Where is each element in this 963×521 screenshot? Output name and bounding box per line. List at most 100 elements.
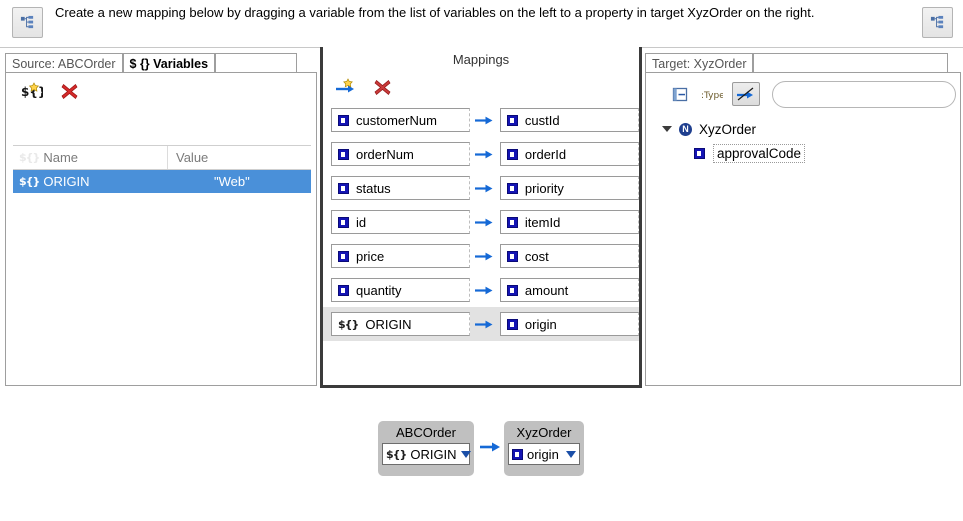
arrow-right-icon xyxy=(475,116,493,124)
mapping-source-label: status xyxy=(356,180,391,196)
mapping-source-field[interactable]: status xyxy=(331,176,471,200)
target-tree: N XyzOrder approvalCode xyxy=(646,117,960,165)
mapping-source-field[interactable]: id xyxy=(331,210,471,234)
diagram-source-title: ABCOrder xyxy=(396,425,456,440)
tree-hierarchy-button-right[interactable] xyxy=(922,7,953,38)
chevron-down-icon[interactable] xyxy=(460,450,471,458)
mappings-toolbar xyxy=(323,73,639,103)
chevron-down-icon[interactable] xyxy=(566,450,576,458)
add-variable-button[interactable]: ${} xyxy=(19,81,45,101)
mapping-diagram: ABCOrder ${} ORIGIN XyzOrder origin xyxy=(0,392,963,521)
arrow-right-icon xyxy=(475,320,493,328)
mapping-source-field[interactable]: customerNum xyxy=(331,108,471,132)
search-input[interactable] xyxy=(788,86,947,102)
show-type-button[interactable]: :Type xyxy=(700,82,724,106)
add-variable-icon: ${} xyxy=(21,82,43,99)
tree-node-approvalcode[interactable]: approvalCode xyxy=(646,141,960,165)
property-icon xyxy=(512,448,523,460)
variable-icon: ${} xyxy=(19,175,40,188)
variable-value-cell: "Web" xyxy=(214,174,250,189)
collapse-all-button[interactable] xyxy=(668,82,692,106)
property-icon xyxy=(506,250,518,262)
property-icon xyxy=(506,318,518,330)
search-box[interactable] xyxy=(772,80,956,108)
mapping-target-field[interactable]: priority xyxy=(499,176,640,200)
mapping-target-field[interactable]: cost xyxy=(499,244,640,268)
mapping-arrow xyxy=(470,318,500,331)
diagram-source-box[interactable]: ABCOrder ${} ORIGIN xyxy=(378,421,474,476)
delete-variable-button[interactable] xyxy=(56,81,82,101)
mapping-source-field[interactable]: price xyxy=(331,244,471,268)
mapping-row[interactable]: quantity amount xyxy=(323,273,640,307)
mapping-row[interactable]: status priority xyxy=(323,171,640,205)
property-icon xyxy=(338,284,349,296)
arrow-right-icon xyxy=(475,286,493,294)
mappings-list: customerNum custId orderNum orderId status pr… xyxy=(323,103,640,341)
arrow-slash-icon xyxy=(737,87,754,101)
arrow-right-icon xyxy=(475,184,493,192)
mapping-source-field[interactable]: quantity xyxy=(331,278,471,302)
column-header-name: ${} Name xyxy=(13,146,168,169)
arrow-right-icon xyxy=(480,442,500,452)
tab-filler xyxy=(753,53,949,73)
mappings-title: Mappings xyxy=(452,52,510,67)
mapping-arrow xyxy=(470,114,500,127)
mapping-target-label: amount xyxy=(524,282,569,298)
mapping-arrow xyxy=(470,250,500,263)
mapping-target-label: itemId xyxy=(524,214,561,230)
instruction-text: Create a new mapping below by dragging a… xyxy=(55,5,815,20)
diagram-source-combo[interactable]: ${} ORIGIN xyxy=(382,443,471,465)
tab-variables[interactable]: $ {} Variables xyxy=(122,53,216,73)
mapping-source-label: ORIGIN xyxy=(365,316,412,332)
tree-hierarchy-button-left[interactable] xyxy=(12,7,43,38)
mapping-target-field[interactable]: orderId xyxy=(499,142,640,166)
property-icon xyxy=(338,148,349,160)
mapping-row[interactable]: id itemId xyxy=(323,205,640,239)
table-row[interactable]: ${} ORIGIN "Web" xyxy=(13,170,311,193)
mapping-source-field[interactable]: ${} ORIGIN xyxy=(331,312,471,336)
mapping-arrow xyxy=(470,148,500,161)
variables-table: ${} Name Value ${} ORIGIN "Web" xyxy=(13,145,311,193)
property-icon xyxy=(506,216,518,228)
add-mapping-button[interactable] xyxy=(334,77,360,97)
tab-target-xyzorder[interactable]: Target: XyzOrder xyxy=(645,53,754,73)
tree-hierarchy-icon xyxy=(930,15,944,29)
variable-icon: ${} xyxy=(386,447,407,461)
source-tab-bar: Source: ABCOrder $ {} Variables xyxy=(5,52,317,73)
tab-source-abcorder[interactable]: Source: ABCOrder xyxy=(5,53,123,73)
diagram-target-box[interactable]: XyzOrder origin xyxy=(504,421,584,476)
chevron-down-icon[interactable] xyxy=(662,126,672,132)
mapping-source-field[interactable]: orderNum xyxy=(331,142,471,166)
tree-node-xyzorder[interactable]: N XyzOrder xyxy=(646,117,960,141)
mapping-target-label: custId xyxy=(524,112,560,128)
property-icon xyxy=(338,114,349,126)
source-panel: Source: ABCOrder $ {} Variables ${} xyxy=(5,52,317,386)
type-text: :Type xyxy=(701,91,723,101)
mapping-arrow xyxy=(470,284,500,297)
mapping-target-field[interactable]: itemId xyxy=(499,210,640,234)
variable-name-cell: ${} ORIGIN xyxy=(13,174,168,189)
mapping-row[interactable]: ${} ORIGIN origin xyxy=(323,307,640,341)
arrow-right-icon xyxy=(475,218,493,226)
diagram-arrow xyxy=(480,438,502,456)
mapping-target-field[interactable]: custId xyxy=(499,108,640,132)
mapping-target-field[interactable]: origin xyxy=(499,312,640,336)
diagram-target-combo[interactable]: origin xyxy=(508,443,580,465)
mapping-target-field[interactable]: amount xyxy=(499,278,640,302)
delete-mapping-button[interactable] xyxy=(369,77,395,97)
arrow-right-icon xyxy=(475,252,493,260)
variable-icon: ${} xyxy=(19,151,40,164)
mapping-row[interactable]: price cost xyxy=(323,239,640,273)
mapping-source-label: id xyxy=(356,214,367,230)
mapping-source-label: price xyxy=(356,248,385,264)
delete-x-icon xyxy=(61,83,77,99)
property-icon xyxy=(506,182,518,194)
variables-panel-body: ${} ${} Name Value xyxy=(5,72,317,386)
hide-unmapped-toggle-button[interactable] xyxy=(732,82,760,106)
mapping-row[interactable]: orderNum orderId xyxy=(323,137,640,171)
property-icon xyxy=(338,216,349,228)
target-panel: Target: XyzOrder :Type N XyzOrder approv… xyxy=(645,52,961,386)
mapping-row[interactable]: customerNum custId xyxy=(323,103,640,137)
target-toolbar: :Type xyxy=(646,73,960,115)
variable-name-label: ORIGIN xyxy=(43,174,90,189)
